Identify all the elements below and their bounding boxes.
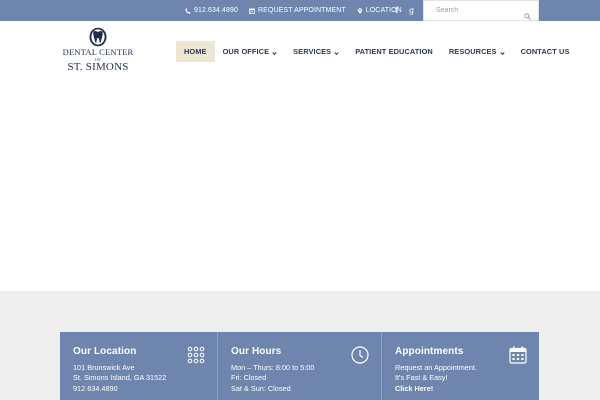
top-links: 912.634.4890 REQUEST APPOINTMENT LOCATIO…	[185, 0, 413, 21]
nav-item-home[interactable]: HOME	[176, 41, 215, 62]
grid-dots-icon	[187, 346, 205, 364]
request-appointment-link[interactable]: REQUEST APPOINTMENT	[248, 7, 346, 14]
nav-item-label: RESOURCES	[448, 47, 497, 56]
phone-link[interactable]: 912.634.4890	[185, 7, 238, 14]
calendar-icon	[509, 346, 527, 364]
appointments-details: Request an Appointment. It's Fast & Easy…	[395, 363, 477, 394]
search-box	[423, 0, 539, 21]
search-icon[interactable]	[524, 7, 531, 20]
chevron-down-icon	[334, 49, 339, 56]
info-band: Our Location 101 Brunswick Ave St. Simon…	[0, 291, 600, 400]
nav-item-our-office[interactable]: OUR OFFICE	[215, 41, 286, 62]
click-here-link[interactable]: Click Here!	[395, 384, 477, 394]
google-plus-icon[interactable]: g	[409, 0, 414, 21]
appointments-panel: Appointments Request an Appointment. It'…	[382, 332, 539, 400]
hours-line-2: Fri: Closed	[231, 373, 267, 383]
clock-icon	[351, 346, 369, 364]
nav-item-label: PATIENT EDUCATION	[355, 47, 433, 56]
nav-item-services[interactable]: SERVICES	[285, 41, 347, 62]
top-bar: 912.634.4890 REQUEST APPOINTMENT LOCATIO…	[0, 0, 600, 21]
facebook-icon[interactable]: f	[395, 0, 398, 21]
main-nav: HOME OUR OFFICE SERVICES PATIENT EDUCATI…	[176, 41, 577, 62]
logo-line-1: DENTAL CENTER	[62, 47, 134, 57]
nav-item-patient-education[interactable]: PATIENT EDUCATION	[347, 41, 441, 62]
location-panel: Our Location 101 Brunswick Ave St. Simon…	[60, 332, 218, 400]
hours-line-1: Mon – Thurs: 8:00 to 5:00	[231, 363, 315, 372]
search-input[interactable]	[424, 1, 520, 20]
nav-item-resources[interactable]: RESOURCES	[441, 41, 513, 62]
map-pin-icon	[357, 7, 363, 14]
hours-details: Mon – Thurs: 8:00 to 5:00 Fri: Closed Sa…	[231, 363, 314, 394]
site-header: DENTAL CENTER OF ST. SIMONS HOME OUR OFF…	[0, 21, 600, 91]
hero-area	[0, 91, 600, 291]
nav-item-label: CONTACT US	[520, 47, 570, 56]
nav-item-contact-us[interactable]: CONTACT US	[513, 41, 578, 62]
appointments-title: Appointments	[395, 346, 464, 357]
info-panels: Our Location 101 Brunswick Ave St. Simon…	[60, 332, 539, 400]
location-phone[interactable]: 912.634.4890	[73, 384, 166, 394]
nav-item-label: SERVICES	[293, 47, 332, 56]
address-line-1: 101 Brunswick Ave	[73, 363, 135, 372]
nav-item-label: HOME	[184, 47, 207, 56]
location-details: 101 Brunswick Ave St. Simons Island, GA …	[73, 363, 166, 394]
appointments-line-1: Request an Appointment.	[395, 363, 477, 372]
hours-panel: Our Hours Mon – Thurs: 8:00 to 5:00 Fri:…	[218, 332, 382, 400]
phone-label: 912.634.4890	[194, 7, 239, 14]
site-logo[interactable]: DENTAL CENTER OF ST. SIMONS	[58, 27, 138, 79]
chevron-down-icon	[272, 49, 277, 56]
appointments-line-2: It's Fast & Easy!	[395, 373, 448, 383]
nav-item-label: OUR OFFICE	[222, 47, 270, 56]
hours-line-3: Sat & Sun: Closed	[231, 383, 291, 393]
location-title: Our Location	[73, 346, 137, 357]
tooth-logo-icon	[88, 27, 108, 47]
hours-title: Our Hours	[231, 346, 282, 357]
logo-line-3: ST. SIMONS	[67, 61, 129, 73]
calendar-icon	[248, 8, 256, 14]
request-appointment-label: REQUEST APPOINTMENT	[258, 7, 346, 14]
phone-icon	[185, 7, 191, 14]
address-line-2: St. Simons Island, GA 31522	[73, 373, 167, 383]
chevron-down-icon	[499, 49, 505, 56]
